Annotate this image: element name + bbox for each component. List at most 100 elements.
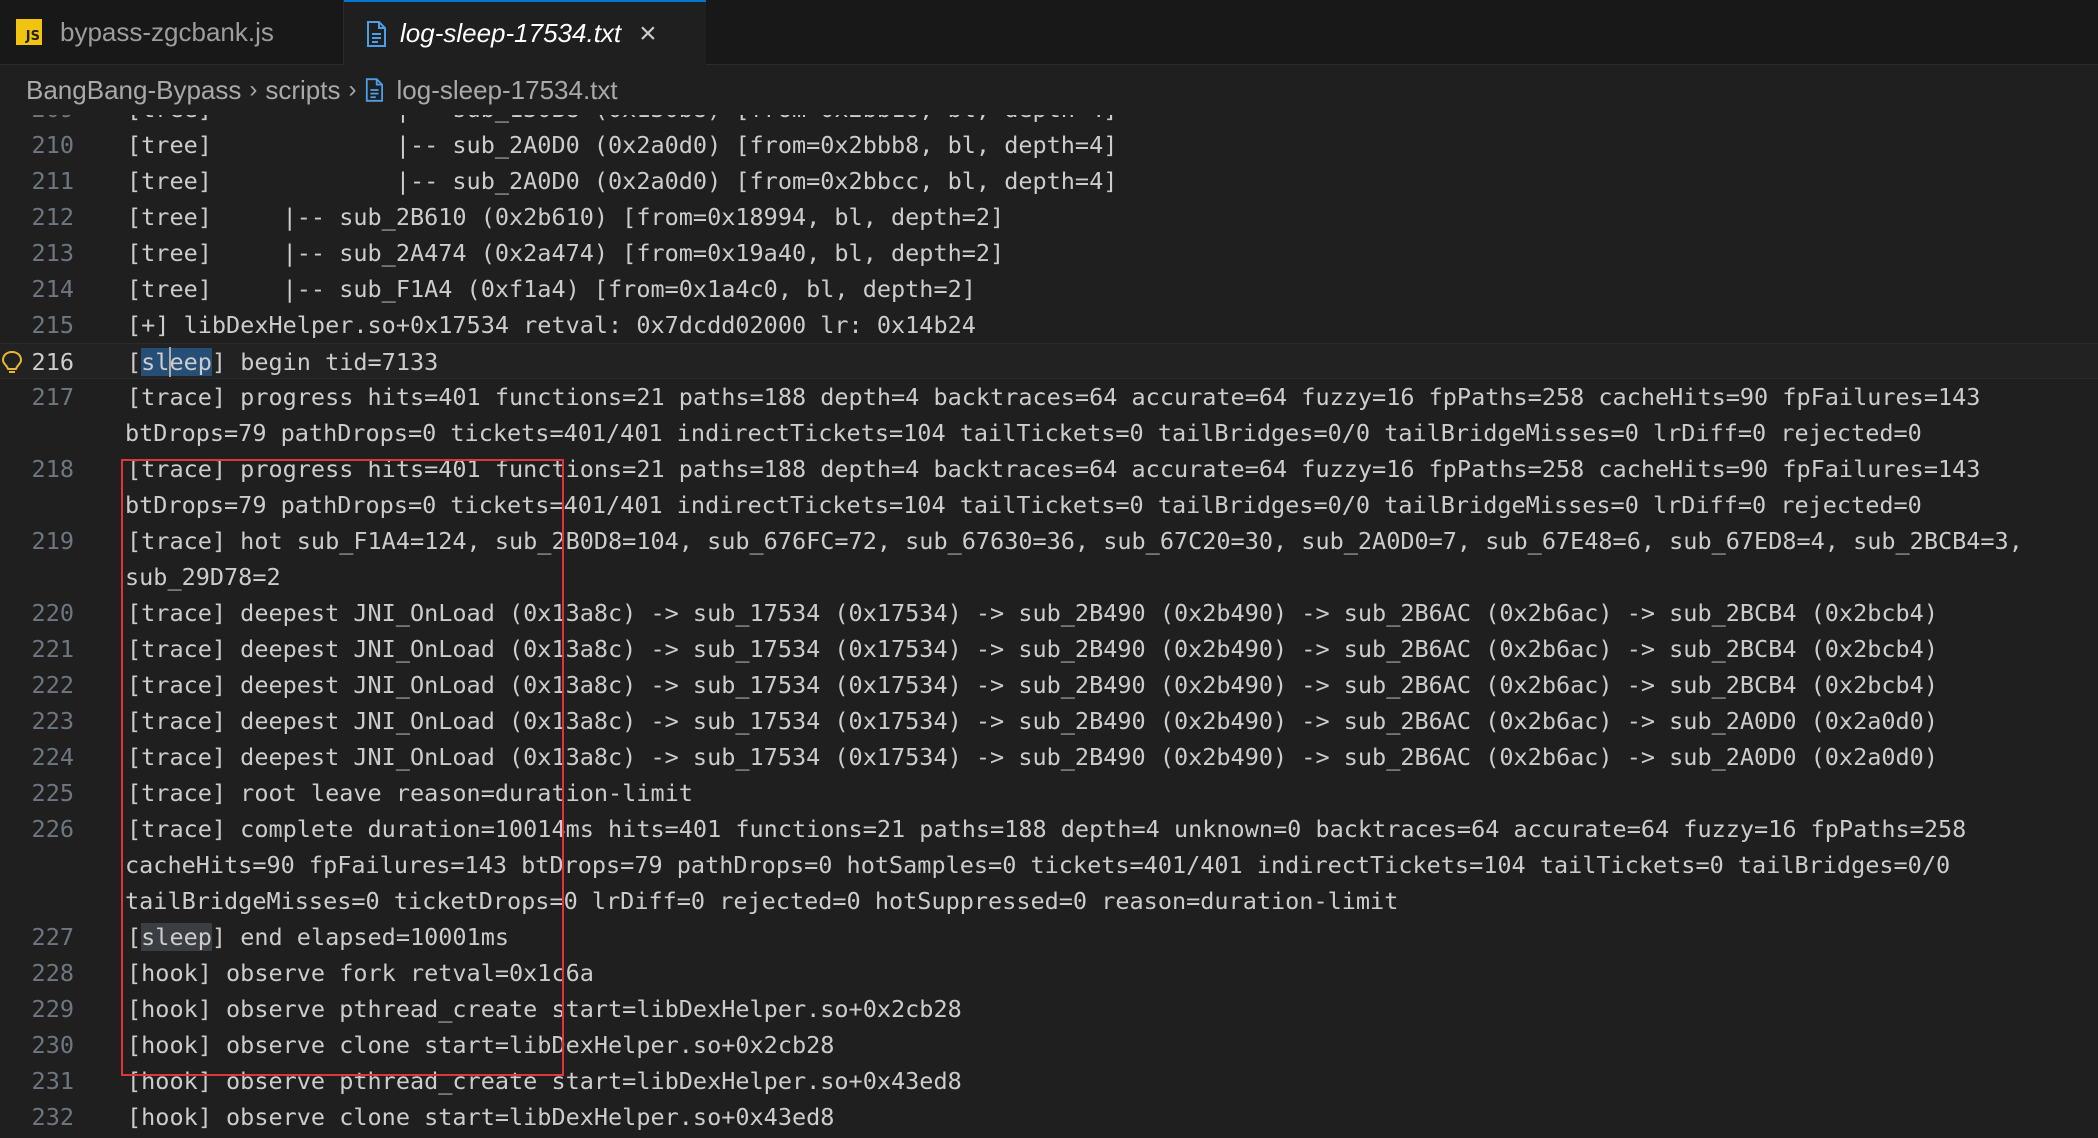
breadcrumb-file-label: log-sleep-17534.txt bbox=[396, 74, 618, 105]
line-number: 224 bbox=[31, 743, 74, 771]
line-number: 230 bbox=[31, 1031, 74, 1059]
line-number: 231 bbox=[31, 1067, 74, 1095]
tab-log-sleep[interactable]: log-sleep-17534.txt × bbox=[344, 0, 706, 65]
code-text: [trace] deepest JNI_OnLoad (0x13a8c) -> … bbox=[127, 635, 1938, 663]
code-line[interactable]: 213 [tree] |-- sub_2A474 (0x2a474) [from=… bbox=[0, 235, 2098, 271]
line-number: 226 bbox=[31, 815, 74, 843]
code-line[interactable]: 224 [trace] deepest JNI_OnLoad (0x13a8c) … bbox=[0, 739, 2098, 775]
code-text: cacheHits=90 fpFailures=143 btDrops=79 p… bbox=[125, 851, 1951, 879]
code-text: [tree] |-- sub_2A0D0 (0x2a0d0) [from=0x2… bbox=[127, 167, 1118, 195]
line-number: 213 bbox=[31, 239, 74, 267]
line-number: 218 bbox=[31, 455, 74, 483]
editor-pane[interactable]: 209 [tree] |-- sub_130B8 (0x130b8) [from=… bbox=[0, 115, 2098, 1138]
code-line[interactable]: 211 [tree] |-- sub_2A0D0 (0x2a0d0) [from=… bbox=[0, 163, 2098, 199]
line-number: 229 bbox=[31, 995, 74, 1023]
code-text: sub_29D78=2 bbox=[125, 563, 281, 591]
code-text: [trace] progress hits=401 functions=21 p… bbox=[127, 455, 1981, 483]
line-number: 232 bbox=[31, 1103, 74, 1131]
code-text: [sleep] end elapsed=10001ms bbox=[127, 923, 510, 951]
code-line[interactable]: cacheHits=90 fpFailures=143 btDrops=79 p… bbox=[0, 847, 2098, 883]
code-text: [hook] observe pthread_create start=libD… bbox=[127, 995, 962, 1023]
code-line[interactable]: 214 [tree] |-- sub_F1A4 (0xf1a4) [from=0x… bbox=[0, 271, 2098, 307]
code-line[interactable]: 226 [trace] complete duration=10014ms hit… bbox=[0, 811, 2098, 847]
line-number: 211 bbox=[31, 167, 74, 195]
code-text: [trace] root leave reason=duration-limit bbox=[127, 779, 693, 807]
breadcrumb-folder-scripts[interactable]: scripts bbox=[265, 75, 340, 106]
code-line[interactable]: sub_29D78=2 bbox=[0, 559, 2098, 595]
search-match: sleep bbox=[141, 923, 212, 951]
line-number: 225 bbox=[31, 779, 74, 807]
line-number: 217 bbox=[31, 383, 74, 411]
line-number: 220 bbox=[31, 599, 74, 627]
line-number: 221 bbox=[31, 635, 74, 663]
line-number: 228 bbox=[31, 959, 74, 987]
text-file-icon bbox=[365, 78, 383, 102]
code-line[interactable]: 222 [trace] deepest JNI_OnLoad (0x13a8c) … bbox=[0, 667, 2098, 703]
code-text: [tree] |-- sub_2A0D0 (0x2a0d0) [from=0x2… bbox=[127, 131, 1118, 159]
line-number: 214 bbox=[31, 275, 74, 303]
code-line[interactable]: 229 [hook] observe pthread_create start=l… bbox=[0, 991, 2098, 1027]
js-file-icon: JS bbox=[16, 19, 42, 45]
line-number: 227 bbox=[31, 923, 74, 951]
code-text: btDrops=79 pathDrops=0 tickets=401/401 i… bbox=[125, 419, 1922, 447]
code-line[interactable]: 216 [sleep] begin tid=7133 bbox=[0, 343, 2098, 379]
code-line[interactable]: 232 [hook] observe clone start=libDexHelp… bbox=[0, 1099, 2098, 1135]
code-text: [hook] observe clone start=libDexHelper.… bbox=[127, 1031, 835, 1059]
code-line[interactable]: 220 [trace] deepest JNI_OnLoad (0x13a8c) … bbox=[0, 595, 2098, 631]
close-icon[interactable]: × bbox=[639, 18, 657, 49]
code-line[interactable]: 215 [+] libDexHelper.so+0x17534 retval: 0… bbox=[0, 307, 2098, 343]
breadcrumb-file[interactable]: log-sleep-17534.txt bbox=[365, 75, 618, 106]
chevron-right-icon: › bbox=[249, 76, 258, 103]
text-file-icon bbox=[366, 20, 386, 47]
code-lines[interactable]: 209 [tree] |-- sub_130B8 (0x130b8) [from=… bbox=[0, 115, 2098, 1135]
line-number: 219 bbox=[31, 527, 74, 555]
text-cursor bbox=[169, 347, 171, 377]
code-text: [trace] hot sub_F1A4=124, sub_2B0D8=104,… bbox=[127, 527, 2023, 555]
code-line[interactable]: 217 [trace] progress hits=401 functions=2… bbox=[0, 379, 2098, 415]
code-line[interactable]: 212 [tree] |-- sub_2B610 (0x2b610) [from=… bbox=[0, 199, 2098, 235]
code-text: [hook] observe pthread_create start=libD… bbox=[127, 1067, 962, 1095]
code-line[interactable]: btDrops=79 pathDrops=0 tickets=401/401 i… bbox=[0, 415, 2098, 451]
code-text: [trace] complete duration=10014ms hits=4… bbox=[127, 815, 1967, 843]
code-line[interactable]: 231 [hook] observe pthread_create start=l… bbox=[0, 1063, 2098, 1099]
code-text: [trace] deepest JNI_OnLoad (0x13a8c) -> … bbox=[127, 743, 1938, 771]
code-text: [tree] |-- sub_2B610 (0x2b610) [from=0x1… bbox=[127, 203, 1005, 231]
code-line[interactable]: 227 [sleep] end elapsed=10001ms bbox=[0, 919, 2098, 955]
breadcrumb: BangBang-Bypass › scripts › log-sleep-17… bbox=[0, 65, 2098, 115]
line-number: 212 bbox=[31, 203, 74, 231]
code-text: [tree] |-- sub_130B8 (0x130b8) [from=0x2… bbox=[127, 115, 1117, 127]
line-number: 215 bbox=[31, 311, 74, 339]
search-match: sleep bbox=[141, 348, 212, 376]
code-text: tailBridgeMisses=0 ticketDrops=0 lrDiff=… bbox=[125, 887, 1399, 915]
code-text: [tree] |-- sub_F1A4 (0xf1a4) [from=0x1a4… bbox=[127, 275, 976, 303]
tab-label: bypass-zgcbank.js bbox=[60, 16, 274, 47]
code-text: [hook] observe clone start=libDexHelper.… bbox=[127, 1103, 835, 1131]
line-number: 223 bbox=[31, 707, 74, 735]
code-text: [hook] observe fork retval=0x1c6a bbox=[127, 959, 594, 987]
line-number: 222 bbox=[31, 671, 74, 699]
lightbulb-icon[interactable] bbox=[1, 350, 23, 376]
code-line[interactable]: 223 [trace] deepest JNI_OnLoad (0x13a8c) … bbox=[0, 703, 2098, 739]
breadcrumb-folder-root[interactable]: BangBang-Bypass bbox=[26, 75, 241, 106]
code-line[interactable]: 219 [trace] hot sub_F1A4=124, sub_2B0D8=1… bbox=[0, 523, 2098, 559]
code-line[interactable]: btDrops=79 pathDrops=0 tickets=401/401 i… bbox=[0, 487, 2098, 523]
tab-bypass-zgcbank[interactable]: JS bypass-zgcbank.js bbox=[0, 0, 344, 64]
code-text: btDrops=79 pathDrops=0 tickets=401/401 i… bbox=[125, 491, 1922, 519]
code-text: [trace] deepest JNI_OnLoad (0x13a8c) -> … bbox=[127, 671, 1938, 699]
code-line[interactable]: 225 [trace] root leave reason=duration-li… bbox=[0, 775, 2098, 811]
code-line[interactable]: tailBridgeMisses=0 ticketDrops=0 lrDiff=… bbox=[0, 883, 2098, 919]
code-text: [trace] progress hits=401 functions=21 p… bbox=[127, 383, 1981, 411]
code-line[interactable]: 210 [tree] |-- sub_2A0D0 (0x2a0d0) [from=… bbox=[0, 127, 2098, 163]
tab-bar: JS bypass-zgcbank.js log-sleep-17534.txt… bbox=[0, 0, 2098, 65]
code-line[interactable]: 230 [hook] observe clone start=libDexHelp… bbox=[0, 1027, 2098, 1063]
line-number: 209 bbox=[0, 115, 74, 127]
code-line[interactable]: 209 [tree] |-- sub_130B8 (0x130b8) [from=… bbox=[0, 115, 2098, 127]
code-text: [+] libDexHelper.so+0x17534 retval: 0x7d… bbox=[127, 311, 976, 339]
code-line[interactable]: 218 [trace] progress hits=401 functions=2… bbox=[0, 451, 2098, 487]
code-line[interactable]: 221 [trace] deepest JNI_OnLoad (0x13a8c) … bbox=[0, 631, 2098, 667]
tab-label: log-sleep-17534.txt bbox=[400, 18, 622, 48]
chevron-right-icon: › bbox=[348, 76, 357, 103]
code-line[interactable]: 228 [hook] observe fork retval=0x1c6a bbox=[0, 955, 2098, 991]
code-text: [sleep] begin tid=7133 bbox=[127, 347, 439, 377]
code-text: [trace] deepest JNI_OnLoad (0x13a8c) -> … bbox=[127, 599, 1938, 627]
